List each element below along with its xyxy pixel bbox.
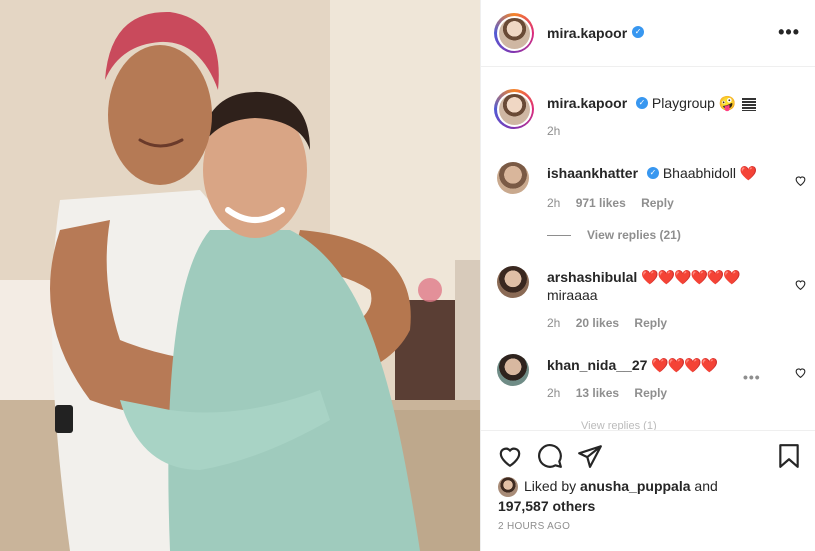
view-replies-label: View replies (21) [587,228,681,242]
comment-likes[interactable]: 971 likes [576,196,626,210]
view-replies-button[interactable]: View replies (21) [547,228,681,242]
liked-by-connector: and [694,478,718,494]
post-side-panel: mira.kapoor ✓ ••• mira.kapoor ✓ Playgrou… [480,0,815,551]
post-timestamp: 2 HOURS AGO [498,521,571,532]
heart-icon[interactable] [497,443,523,469]
comment-meta: 2h 13 likes Reply [547,386,679,400]
comment-likes[interactable]: 13 likes [576,386,619,400]
view-replies-faded[interactable]: View replies (1) [581,420,657,430]
replies-divider [547,235,571,237]
liked-by: Liked by anusha_puppala and 197,587 othe… [498,477,798,515]
liker-username[interactable]: anusha_puppala [580,478,690,494]
like-comment-heart-icon[interactable] [794,278,807,291]
comment-time: 2h [547,386,561,400]
more-icon[interactable]: ••• [778,22,800,43]
reply-button[interactable]: Reply [634,386,667,400]
comment-time: 2h [547,196,561,210]
caption-avatar[interactable] [494,89,534,129]
caption-text: mira.kapoor ✓ Playgroup 🤪 [547,94,797,112]
reply-button[interactable]: Reply [641,196,674,210]
heart-emoji: ❤️❤️❤️❤️ [651,357,718,373]
comment-icon[interactable] [537,443,563,469]
liker-avatar[interactable] [498,477,518,498]
verified-icon: ✓ [636,97,649,110]
comment-text: ishaankhatter ✓ Bhaabhidoll ❤️ [547,164,767,182]
commenter-avatar[interactable] [497,266,529,298]
comment-meta: 2h 971 likes Reply [547,196,686,210]
comment-body: Bhaabhidoll [662,165,736,181]
commenter-username[interactable]: khan_nida__27 [547,357,647,373]
photo-illustration [0,0,480,551]
caption-author[interactable]: mira.kapoor [547,95,627,111]
commenter-avatar[interactable] [497,162,529,194]
caption-time: 2h [547,124,561,138]
verified-icon: ✓ [632,26,645,38]
comment-body: miraaaa [547,287,598,303]
verified-icon: ✓ [646,167,659,180]
post-photo[interactable] [0,0,480,551]
caption-body: Playgroup 🤪 [651,95,737,111]
share-icon[interactable] [577,443,603,469]
like-comment-heart-icon[interactable] [794,174,807,187]
reply-button[interactable]: Reply [634,316,667,330]
comment-text: khan_nida__27 ❤️❤️❤️❤️ [547,356,767,374]
post-header: mira.kapoor ✓ ••• [481,0,815,67]
liked-by-prefix: Liked by [524,478,577,494]
notebook-emoji [742,97,757,111]
comment-time: 2h [547,316,561,330]
heart-emoji: ❤️ [739,165,757,181]
comment-likes[interactable]: 20 likes [576,316,619,330]
post-actions: Liked by anusha_puppala and 197,587 othe… [481,430,815,551]
comment-meta: 2h 20 likes Reply [547,316,679,330]
commenter-username[interactable]: arshashibulal [547,269,637,285]
author-avatar[interactable] [494,13,534,53]
comments-section: mira.kapoor ✓ Playgroup 🤪 2h ishaankhatt… [481,68,815,430]
author-username[interactable]: mira.kapoor [547,25,627,41]
commenter-avatar[interactable] [497,354,529,386]
bookmark-icon[interactable] [776,443,802,469]
like-comment-heart-icon[interactable] [794,366,807,379]
likes-count[interactable]: 197,587 others [498,498,595,514]
heart-emoji: ❤️❤️❤️❤️❤️❤️ [641,269,741,285]
commenter-username[interactable]: ishaankhatter [547,165,638,181]
comment-more-icon[interactable]: ••• [743,369,761,385]
comment-text: arshashibulal ❤️❤️❤️❤️❤️❤️ miraaaa [547,268,767,304]
